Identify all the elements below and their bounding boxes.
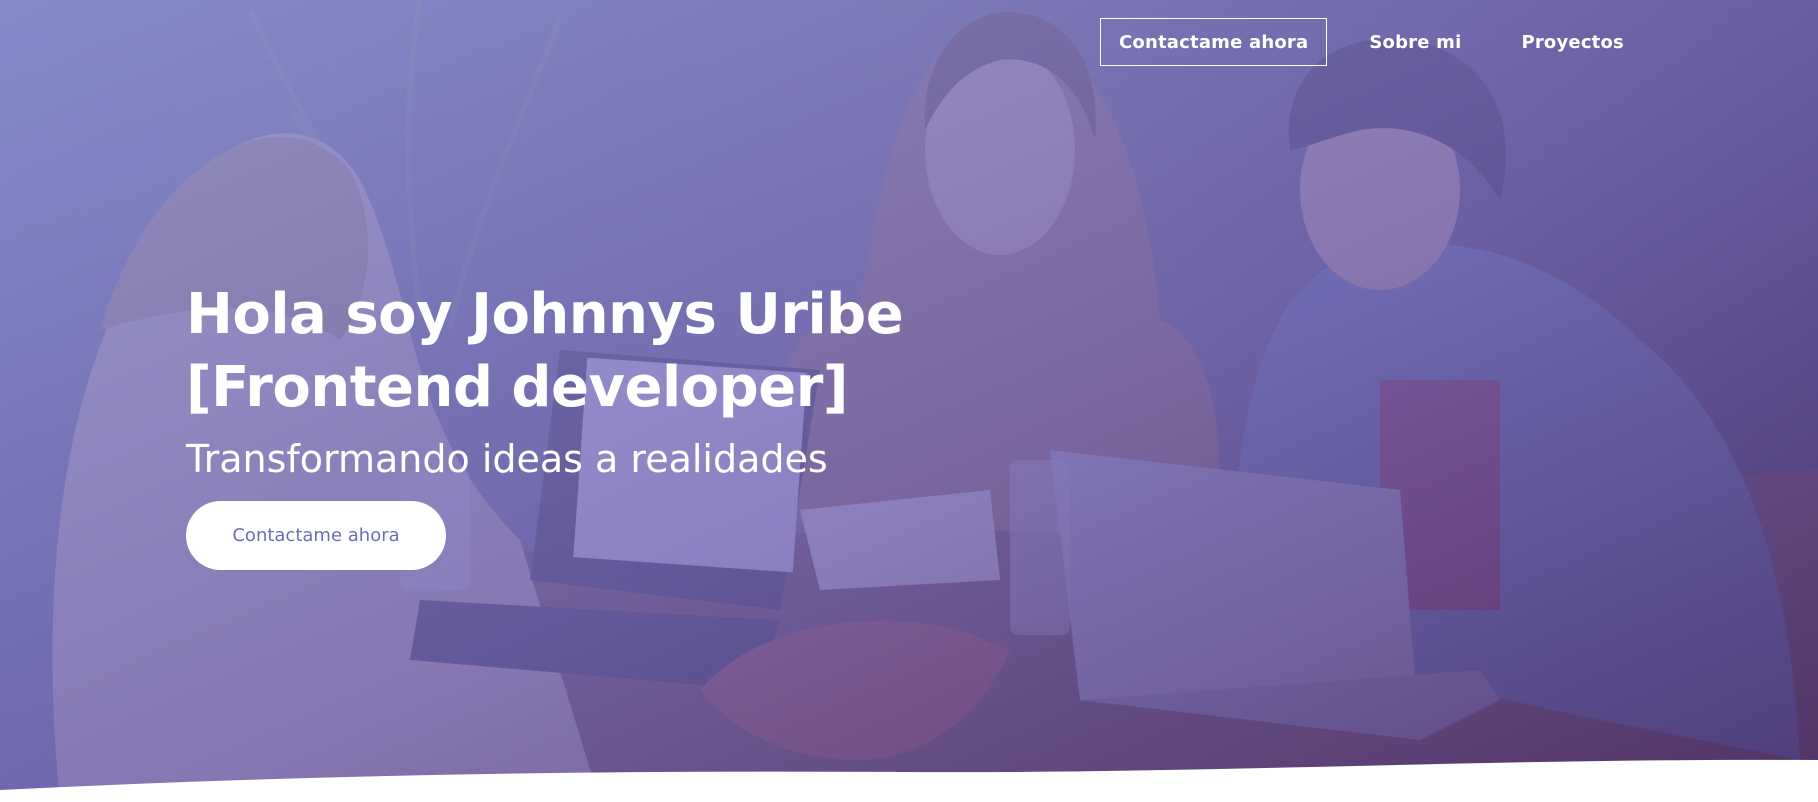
- nav-projects-link[interactable]: Proyectos: [1521, 32, 1624, 53]
- top-navigation: Contactame ahora Sobre mi Proyectos: [1100, 18, 1684, 66]
- hero-title: Hola soy Johnnys Uribe [Frontend develop…: [186, 282, 904, 420]
- hero-contact-button[interactable]: Contactame ahora: [186, 501, 446, 570]
- hero-subtitle: Transformando ideas a realidades: [186, 437, 828, 481]
- nav-about-link[interactable]: Sobre mi: [1369, 32, 1461, 53]
- nav-contact-button[interactable]: Contactame ahora: [1100, 18, 1328, 66]
- hero-section: Contactame ahora Sobre mi Proyectos Hola…: [0, 0, 1818, 802]
